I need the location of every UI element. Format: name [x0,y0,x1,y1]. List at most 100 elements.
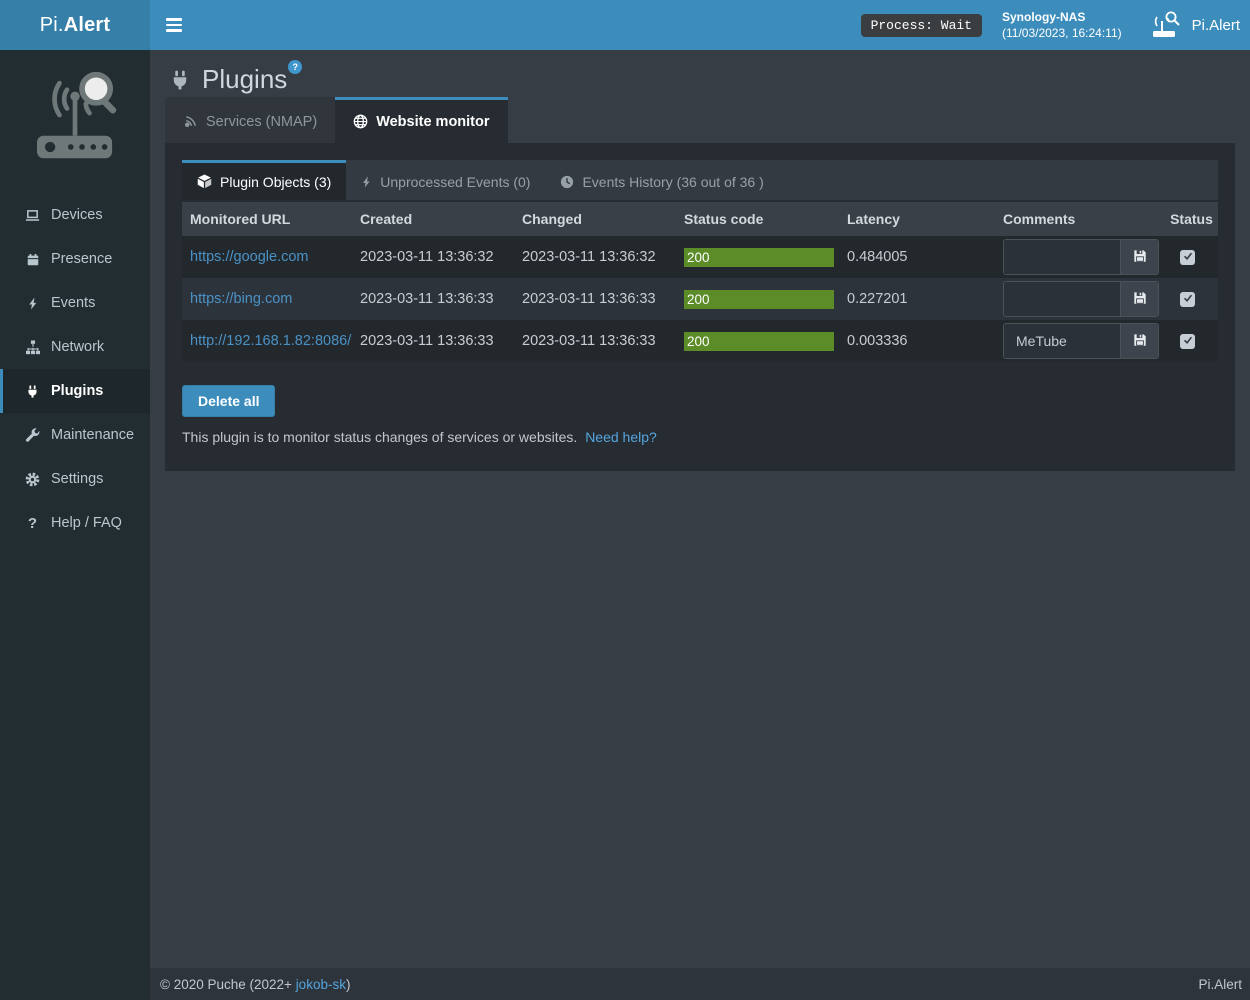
save-icon [1133,333,1147,350]
brand-logo-bold: Alert [64,14,111,37]
monitored-url-link[interactable]: https://google.com [190,249,309,265]
sidebar-item-presence[interactable]: Presence [0,237,150,281]
plugin-objects-table: Monitored URL Created Changed Status cod… [182,202,1218,362]
wrench-icon [24,428,41,443]
cube-icon [197,174,212,189]
sidebar-item-label: Presence [51,251,112,267]
sidebar-item-events[interactable]: Events [0,281,150,325]
sidebar-toggle-button[interactable] [150,0,198,50]
comment-input[interactable] [1004,240,1120,274]
brand-logo-pre: Pi. [40,14,64,37]
table-row: http://192.168.1.82:8086/ 2023-03-11 13:… [182,320,1218,362]
navbar: Process: Wait Synology-NAS (11/03/2023, … [150,0,1250,50]
bolt-icon [24,296,41,311]
tab-label: Plugin Objects (3) [220,174,331,190]
table-header-row: Monitored URL Created Changed Status cod… [182,202,1218,236]
sidebar-item-plugins[interactable]: Plugins [0,369,150,413]
tab-plugin-objects[interactable]: Plugin Objects (3) [182,160,346,200]
calendar-icon [24,252,41,267]
sidebar-item-maintenance[interactable]: Maintenance [0,413,150,457]
plugin-description: This plugin is to monitor status changes… [182,429,577,445]
table-row: https://google.com 2023-03-11 13:36:32 2… [182,236,1218,278]
website-monitor-panel: Plugin Objects (3) Unprocessed Events (0… [165,143,1235,471]
col-created: Created [352,202,514,236]
sidebar-item-help[interactable]: ? Help / FAQ [0,501,150,545]
changed-cell: 2023-03-11 13:36:33 [514,320,676,362]
top-navbar: Pi.Alert Process: Wait Synology-NAS (11/… [0,0,1250,50]
tab-website-monitor[interactable]: Website monitor [335,97,507,143]
sidebar-item-label: Help / FAQ [51,515,122,531]
page-title: Plugins [202,64,287,94]
latency-cell: 0.484005 [839,236,995,278]
save-comment-button[interactable] [1120,240,1158,274]
status-checkbox[interactable] [1180,334,1195,349]
clock-icon [560,175,574,189]
menu-icon [166,18,182,32]
sidebar-item-settings[interactable]: Settings [0,457,150,501]
need-help-link[interactable]: Need help? [585,429,657,445]
comment-input[interactable] [1004,324,1120,358]
col-comments: Comments [995,202,1157,236]
tab-events-history[interactable]: Events History (36 out of 36 ) [545,160,778,200]
brand-logo[interactable]: Pi.Alert [0,0,150,50]
router-search-icon [1150,11,1184,39]
comment-input-group [1003,239,1159,275]
sidebar-item-label: Devices [51,207,103,223]
created-cell: 2023-03-11 13:36:33 [352,278,514,320]
sidebar-item-network[interactable]: Network [0,325,150,369]
device-timestamp: (11/03/2023, 16:24:11) [1002,25,1122,41]
comment-input-group [1003,281,1159,317]
created-cell: 2023-03-11 13:36:33 [352,320,514,362]
sidebar-item-label: Network [51,339,104,355]
save-icon [1133,291,1147,308]
pialert-logo-icon [21,64,129,171]
comment-input[interactable] [1004,282,1120,316]
sidebar-item-devices[interactable]: Devices [0,193,150,237]
status-code-bar: 200 [684,332,834,351]
footer-app-name: Pi.Alert [1198,977,1242,992]
tab-unprocessed-events[interactable]: Unprocessed Events (0) [346,160,545,200]
help-badge[interactable]: ? [288,60,302,74]
save-comment-button[interactable] [1120,324,1158,358]
col-changed: Changed [514,202,676,236]
plugin-content-tabs: Plugin Objects (3) Unprocessed Events (0… [182,160,1218,200]
col-monitored-url: Monitored URL [182,202,352,236]
comment-input-group [1003,323,1159,359]
status-code-bar: 200 [684,248,834,267]
changed-cell: 2023-03-11 13:36:33 [514,278,676,320]
latency-cell: 0.003336 [839,320,995,362]
check-icon [1183,249,1193,265]
jokob-sk-link[interactable]: jokob-sk [296,977,346,992]
bolt-icon [361,175,372,189]
monitored-url-link[interactable]: https://bing.com [190,291,292,307]
tab-label: Events History (36 out of 36 ) [582,174,763,190]
save-comment-button[interactable] [1120,282,1158,316]
satellite-dish-icon [183,114,198,129]
monitored-url-link[interactable]: http://192.168.1.82:8086/ [190,333,351,349]
sitemap-icon [24,340,41,355]
status-checkbox[interactable] [1180,250,1195,265]
status-checkbox[interactable] [1180,292,1195,307]
laptop-icon [24,208,41,223]
copyright-text: © 2020 Puche (2022+ [160,977,292,992]
col-status: Status [1157,202,1218,236]
created-cell: 2023-03-11 13:36:32 [352,236,514,278]
page-header: Plugins ? [150,50,1250,97]
tab-label: Unprocessed Events (0) [380,174,530,190]
latency-cell: 0.227201 [839,278,995,320]
device-name: Synology-NAS [1002,9,1122,25]
sidebar: Devices Presence Events Network [0,50,150,1000]
main-content: Plugins ? Services (NMAP) [150,50,1250,968]
table-row: https://bing.com 2023-03-11 13:36:33 202… [182,278,1218,320]
changed-cell: 2023-03-11 13:36:32 [514,236,676,278]
process-status-badge[interactable]: Process: Wait [861,14,982,37]
check-icon [1183,333,1193,349]
plug-icon [170,69,190,91]
globe-icon [353,114,368,129]
sidebar-item-label: Settings [51,471,103,487]
delete-all-button[interactable]: Delete all [182,385,275,417]
status-code-bar: 200 [684,290,834,309]
sidebar-item-label: Maintenance [51,427,134,443]
col-latency: Latency [839,202,995,236]
tab-services-nmap[interactable]: Services (NMAP) [165,97,335,143]
